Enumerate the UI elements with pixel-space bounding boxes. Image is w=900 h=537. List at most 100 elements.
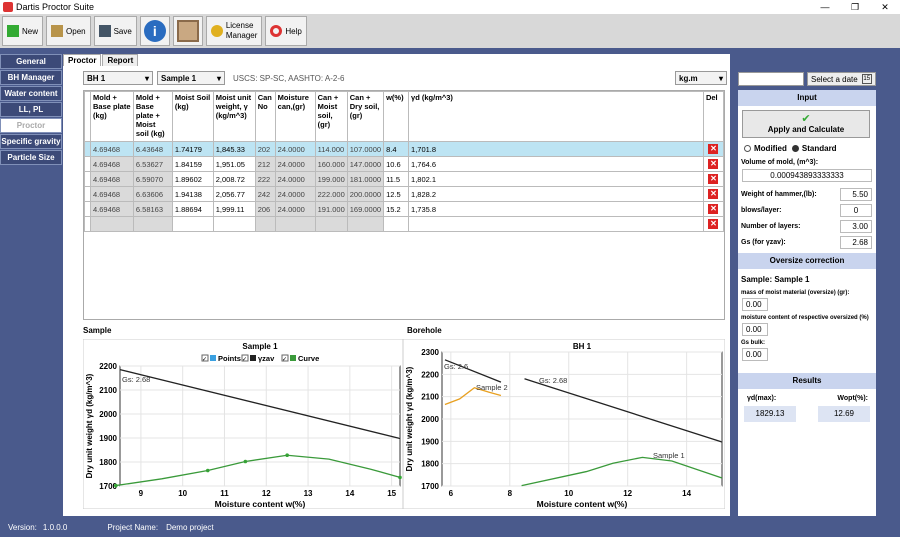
gs-bulk-label: Gs bulk: [741, 340, 766, 346]
mass-label: mass of moist material (oversize) (gr): [741, 290, 850, 296]
gs-field[interactable]: 2.68 [840, 236, 872, 249]
y-tick-label: 2100 [421, 393, 439, 402]
x-tick-label: 6 [449, 489, 454, 498]
minimize-button[interactable]: — [810, 0, 840, 14]
col-header: w(%) [383, 91, 410, 142]
maximize-button[interactable]: ❐ [840, 0, 870, 14]
delete-icon[interactable]: ✕ [708, 204, 719, 214]
toolbar: New Open Save i License Manager Help [0, 14, 900, 48]
col-header: Moist unit weight, γ (kg/m^3) [212, 91, 256, 142]
x-axis-label: Moisture content w(%) [537, 499, 628, 509]
x-tick-label: 11 [220, 489, 229, 498]
main-panel: Proctor Report BH 1 ▾ Sample 1 ▾ USCS: SP-… [63, 54, 730, 516]
col-header: Mold + Base plate (kg) [89, 91, 134, 142]
info-button[interactable]: i [139, 16, 170, 46]
modified-radio[interactable] [744, 145, 751, 152]
legend-label: Curve [298, 354, 319, 363]
disk-icon [98, 25, 111, 37]
oversize-sample: Sample: Sample 1 [741, 275, 810, 284]
col-header: Mold + Base plate + Moist soil (kg) [132, 91, 173, 142]
table-row[interactable]: 4.69468 6.43648 1.74179 1,845.33 202 24.000… [84, 141, 725, 157]
tab-proctor[interactable]: Proctor [63, 54, 102, 66]
wopt-label: Wopt(%): [837, 395, 868, 402]
license-manager-button[interactable]: License Manager [205, 16, 263, 46]
select-date-button[interactable]: Select a date 15 [807, 72, 876, 86]
proctor-mold-button[interactable] [172, 16, 203, 46]
calendar-icon: 15 [861, 74, 872, 84]
y-tick-label: 2000 [421, 415, 439, 424]
sidebar-item-general[interactable]: General [0, 54, 62, 69]
annotation-label: Sample 2 [476, 383, 508, 392]
units-select[interactable]: kg.m ▾ [675, 71, 727, 85]
table-row[interactable]: 4.69468 6.59070 1.89602 2,008.72 222 24.000… [84, 171, 725, 187]
input-header: Input [738, 90, 876, 106]
date-input[interactable] [738, 72, 804, 86]
y-tick-label: 2100 [99, 386, 117, 395]
blows-field[interactable]: 0 [840, 204, 872, 217]
legend-label: γzav [258, 354, 275, 363]
chevron-down-icon: ▾ [718, 73, 723, 83]
moisture-oversize-label: moisture content of respective oversized… [741, 315, 869, 321]
volume-field[interactable]: 0.000943893333333 [742, 169, 872, 182]
oversize-header: Oversize correction [738, 253, 876, 269]
mass-field[interactable]: 0.00 [742, 298, 768, 311]
legend-label: Points [218, 354, 241, 363]
y-tick-label: 2300 [421, 348, 439, 357]
table-row[interactable]: 4.69468 6.63606 1.94138 2,056.77 242 24.000… [84, 186, 725, 202]
sidebar-item-water-content[interactable]: Water content [0, 86, 62, 101]
y-tick-label: 1800 [421, 460, 439, 469]
x-tick-label: 9 [139, 489, 144, 498]
sidebar-item-bh-manager[interactable]: BH Manager [0, 70, 62, 85]
new-button[interactable]: New [2, 16, 44, 46]
borehole-select[interactable]: BH 1 ▾ [83, 71, 153, 85]
x-tick-label: 14 [682, 489, 691, 498]
window-title: Dartis Proctor Suite [16, 2, 95, 12]
legend-check: ✓ [242, 357, 247, 363]
y-tick-label: 1900 [421, 437, 439, 446]
col-header: γd (kg/m^3) [408, 91, 704, 142]
y-tick-label: 1900 [99, 434, 117, 443]
sidebar-item-proctor[interactable]: Proctor [0, 118, 62, 133]
table-row[interactable]: 4.69468 6.58163 1.88694 1,999.11 206 24.000… [84, 201, 725, 217]
close-button[interactable]: ✕ [870, 0, 900, 14]
sidebar-item-particle-size[interactable]: Particle Size [0, 150, 62, 165]
delete-icon[interactable]: ✕ [708, 219, 719, 229]
legend-check: ✓ [202, 357, 207, 363]
blows-label: blows/layer: [741, 207, 782, 214]
legend-swatch [210, 355, 216, 361]
volume-label: Volume of mold, (m^3): [741, 159, 819, 166]
annotation-label: Gs: 2.68 [539, 376, 567, 385]
x-tick-label: 13 [304, 489, 313, 498]
save-button[interactable]: Save [93, 16, 137, 46]
sidebar-item-ll-pl[interactable]: LL, PL [0, 102, 62, 117]
moisture-oversize-field[interactable]: 0.00 [742, 323, 768, 336]
delete-icon[interactable]: ✕ [708, 174, 719, 184]
annotation-label: Gs: 2.68 [122, 375, 150, 384]
open-button[interactable]: Open [46, 16, 91, 46]
sample-select[interactable]: Sample 1 ▾ [157, 71, 225, 85]
delete-icon[interactable]: ✕ [708, 144, 719, 154]
col-header: Can No [254, 91, 276, 142]
delete-icon[interactable]: ✕ [708, 159, 719, 169]
layers-label: Number of layers: [741, 223, 801, 230]
soil-classification: USCS: SP-SC, AASHTO: A-2-6 [233, 73, 345, 83]
help-button[interactable]: Help [265, 16, 307, 46]
hammer-field[interactable]: 5.50 [840, 188, 872, 201]
standard-radio[interactable] [791, 145, 799, 152]
proctor-table: Mold + Base plate (kg) Mold + Base plate… [83, 90, 725, 320]
gs-label: Gs (for γzav): [741, 239, 786, 246]
chart-title: BH 1 [573, 342, 592, 351]
x-axis-label: Moisture content w(%) [215, 499, 306, 509]
table-row[interactable]: 4.69468 6.53627 1.84159 1,951.05 212 24.000… [84, 156, 725, 172]
sidebar-item-specific-gravity[interactable]: Specific gravity [0, 134, 62, 149]
delete-icon[interactable]: ✕ [708, 189, 719, 199]
layers-field[interactable]: 3.00 [840, 220, 872, 233]
tab-report[interactable]: Report [102, 54, 139, 66]
table-row-new[interactable]: ✕ [84, 216, 725, 232]
hammer-label: Weight of hammer,(lb): [741, 191, 817, 198]
legend-check: ✓ [282, 357, 287, 363]
gs-bulk-field[interactable]: 0.00 [742, 348, 768, 361]
y-tick-label: 1700 [421, 482, 439, 491]
col-header: Can + Moist soil, (gr) [314, 91, 348, 142]
apply-calculate-button[interactable]: ✔ Apply and Calculate [742, 110, 870, 138]
